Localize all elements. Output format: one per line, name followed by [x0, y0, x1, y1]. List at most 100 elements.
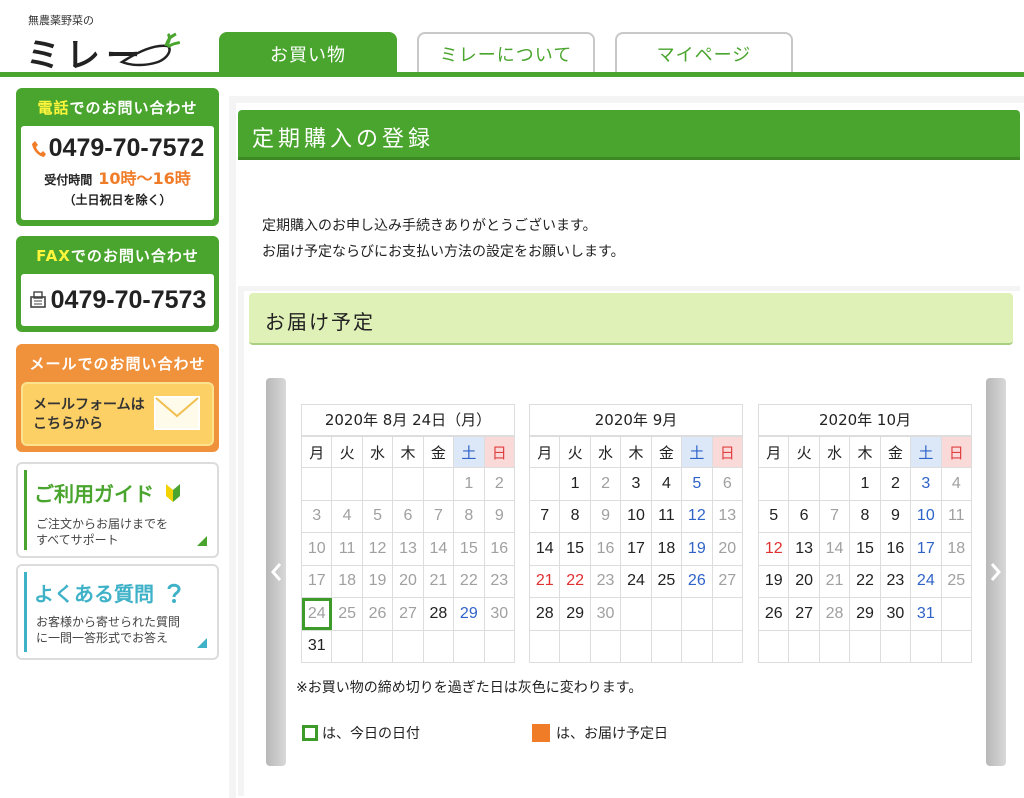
calendar-day[interactable]: 24 — [620, 564, 652, 598]
calendar-day: 4 — [331, 499, 363, 533]
calendar-day: 24 — [300, 597, 333, 631]
calendar-day[interactable]: 5 — [757, 499, 790, 533]
calendar-day[interactable]: 19 — [681, 532, 713, 566]
calendar-day[interactable]: 25 — [650, 564, 683, 598]
calendar-day[interactable]: 24 — [910, 564, 942, 598]
main-card: 定期購入の登録 定期購入のお申し込み手続きありがとうございます。 お届け予定なら… — [236, 103, 1024, 798]
delivery-marker-icon — [532, 724, 550, 742]
calendar-day[interactable]: 22 — [559, 564, 591, 598]
empty-day-cell — [620, 629, 652, 663]
user-guide-link[interactable]: ご利用ガイド ご注文からお届けまでを すべてサポート — [16, 462, 219, 558]
calendar-day[interactable]: 27 — [788, 597, 820, 631]
phone-number-row[interactable]: 0479-70-7572 — [21, 134, 214, 163]
calendar-day[interactable]: 1 — [559, 467, 591, 501]
empty-day-cell — [681, 597, 713, 631]
mail-contact-box: メールでのお問い合わせ メールフォームは こちらから — [16, 344, 219, 452]
calendar-day[interactable]: 18 — [650, 532, 683, 566]
calendar-day[interactable]: 12 — [681, 499, 713, 533]
phone-icon — [31, 140, 46, 157]
carrot-icon — [119, 32, 180, 67]
calendar-day[interactable]: 1 — [849, 467, 881, 501]
calendar-day[interactable]: 11 — [650, 499, 683, 533]
weekday-header: 木 — [849, 436, 881, 468]
calendar-day[interactable]: 26 — [757, 597, 790, 631]
calendar-day[interactable]: 3 — [910, 467, 942, 501]
tab-mypage[interactable]: マイページ — [615, 32, 793, 74]
faq-accent-stripe — [24, 572, 27, 652]
calendar-day[interactable]: 30 — [879, 597, 912, 631]
deadline-note: ※お買い物の締め切りを過ぎた日は灰色に変わります。 — [296, 680, 643, 696]
calendar-day: 21 — [818, 564, 851, 598]
calendar-next-button[interactable] — [986, 378, 1006, 766]
calendar-day[interactable]: 3 — [620, 467, 652, 501]
fax-contact-body: 0479-70-7573 — [21, 274, 214, 326]
calendar-day[interactable]: 10 — [620, 499, 652, 533]
phone-hours-note: （土日祝日を除く） — [63, 193, 172, 207]
calendar-day[interactable]: 7 — [528, 499, 561, 533]
weekday-header: 月 — [300, 436, 333, 468]
calendar-day[interactable]: 29 — [559, 597, 591, 631]
calendar-prev-button[interactable] — [266, 378, 286, 766]
calendar-day[interactable]: 17 — [620, 532, 652, 566]
calendar-day[interactable]: 15 — [559, 532, 591, 566]
calendar-day[interactable]: 9 — [879, 499, 912, 533]
calendar-day: 21 — [422, 564, 455, 598]
delivery-schedule-section: お届け予定 2020年 8月 24日（月）月火水木金土日 1 2 3 4 5 6 7 8 9 10 1… — [238, 286, 1020, 798]
calendar-day: 23 — [483, 564, 516, 598]
weekday-header: 月 — [757, 436, 790, 468]
calendar-day[interactable]: 4 — [650, 467, 683, 501]
calendar-day: 13 — [711, 499, 744, 533]
header-divider — [0, 72, 1024, 77]
calendar-day[interactable]: 26 — [681, 564, 713, 598]
calendar-day: 25 — [940, 564, 973, 598]
calendar-day[interactable]: 8 — [559, 499, 591, 533]
chevron-left-icon — [271, 563, 282, 581]
tab-shopping[interactable]: お買い物 — [219, 32, 397, 74]
calendar-grid: 月火水木金土日 1 2 3 4 5 6 7 8 9 10 11 12 13 14 15 16 17 18 19 20 21… — [757, 436, 973, 663]
weekday-header: 月 — [528, 436, 561, 468]
calendar-day[interactable]: 22 — [849, 564, 881, 598]
calendar-day[interactable]: 21 — [528, 564, 561, 598]
calendar-day[interactable]: 28 — [528, 597, 561, 631]
calendar-day[interactable]: 29 — [453, 597, 485, 631]
calendar-day[interactable]: 13 — [788, 532, 820, 566]
calendar-day[interactable]: 12 — [757, 532, 790, 566]
calendar-day[interactable]: 29 — [849, 597, 881, 631]
calendar-day[interactable]: 31 — [300, 629, 333, 663]
calendar-day[interactable]: 28 — [422, 597, 455, 631]
faq-link[interactable]: よくある質問 お客様から寄せられた質問 に一問一答形式でお答え — [16, 564, 219, 660]
calendar-day: 26 — [361, 597, 394, 631]
calendar-day[interactable]: 10 — [910, 499, 942, 533]
calendar-day[interactable]: 17 — [910, 532, 942, 566]
mail-form-button[interactable]: メールフォームは こちらから — [21, 382, 214, 446]
tab-about[interactable]: ミレーについて — [417, 32, 595, 74]
today-marker-icon — [302, 725, 318, 741]
calendar-day[interactable]: 23 — [879, 564, 912, 598]
empty-day-cell — [620, 597, 652, 631]
calendar-day: 16 — [483, 532, 516, 566]
fax-icon — [29, 291, 46, 308]
calendar-day: 5 — [361, 499, 394, 533]
calendar-day[interactable]: 2 — [879, 467, 912, 501]
calendar-day: 9 — [483, 499, 516, 533]
phone-contact-box: 電話でのお問い合わせ 0479-70-7572 受付時間 10時〜16時 （土日祝… — [16, 88, 219, 226]
calendar-month-title: 2020年 10月 — [758, 404, 972, 436]
weekday-header: 土 — [910, 436, 942, 468]
calendar-day[interactable]: 19 — [757, 564, 790, 598]
empty-day-cell — [528, 467, 561, 501]
calendar-day[interactable]: 15 — [849, 532, 881, 566]
calendar-day[interactable]: 16 — [879, 532, 912, 566]
envelope-icon — [154, 396, 200, 430]
empty-day-cell — [422, 629, 455, 663]
calendar-day: 18 — [331, 564, 363, 598]
calendar-month: 2020年 8月 24日（月）月火水木金土日 1 2 3 4 5 6 7 8 9 10 11 12 13 1… — [300, 404, 516, 663]
calendar-day[interactable]: 5 — [681, 467, 713, 501]
calendar-month: 2020年 10月月火水木金土日 1 2 3 4 5 6 7 8 9 10 11 12 13 14 15 16 1… — [757, 404, 973, 663]
calendar-day[interactable]: 31 — [910, 597, 942, 631]
weekday-header: 火 — [559, 436, 591, 468]
question-mark-icon — [167, 583, 181, 603]
calendar-day[interactable]: 6 — [788, 499, 820, 533]
calendar-day[interactable]: 8 — [849, 499, 881, 533]
calendar-day[interactable]: 14 — [528, 532, 561, 566]
calendar-day[interactable]: 20 — [788, 564, 820, 598]
